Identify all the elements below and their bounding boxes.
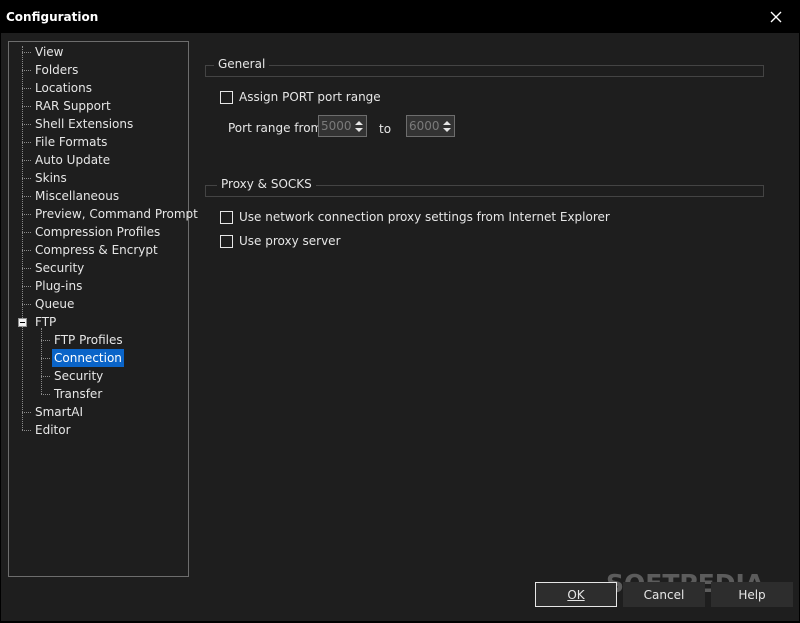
tree-item-miscellaneous[interactable]: Miscellaneous	[33, 187, 121, 205]
tree-item-file-formats[interactable]: File Formats	[33, 133, 109, 151]
tree-connector	[41, 358, 50, 359]
tree-connector	[22, 178, 31, 179]
assign-port-range-checkbox[interactable]	[220, 90, 233, 104]
assign-port-range-label: Assign PORT port range	[239, 90, 381, 104]
tree-connector	[22, 124, 31, 125]
ok-button[interactable]: OK	[535, 582, 617, 607]
tree-connector	[22, 52, 31, 53]
use-proxy-server-label: Use proxy server	[239, 234, 341, 248]
tree-item-ftp[interactable]: FTP	[33, 313, 58, 331]
tree-item-ftp-profiles[interactable]: FTP Profiles	[52, 331, 125, 349]
tree-connector	[22, 160, 31, 161]
settings-tree[interactable]: View Folders Locations RAR Support Shell…	[8, 41, 198, 577]
cancel-button[interactable]: Cancel	[623, 582, 705, 607]
spin-up-icon[interactable]	[443, 120, 451, 125]
tree-connector	[41, 328, 42, 394]
tree-connector	[22, 70, 31, 71]
proxy-heading: Proxy & SOCKS	[217, 177, 316, 191]
close-button[interactable]	[753, 1, 799, 33]
tree-item-compress-encrypt[interactable]: Compress & Encrypt	[33, 241, 160, 259]
port-to-spinner[interactable]	[406, 115, 455, 137]
use-ie-proxy-row[interactable]: Use network connection proxy settings fr…	[220, 208, 610, 226]
configuration-dialog: Configuration View Folders Locations RAR…	[1, 1, 799, 621]
to-label: to	[379, 122, 392, 136]
tree-item-ftp-security[interactable]: Security	[52, 367, 105, 385]
port-from-spinner[interactable]	[318, 115, 367, 137]
assign-port-range-row[interactable]: Assign PORT port range	[220, 88, 381, 106]
tree-connector	[22, 106, 31, 107]
tree-item-security[interactable]: Security	[33, 259, 86, 277]
port-from-arrows[interactable]	[353, 116, 365, 136]
port-from-input[interactable]	[319, 117, 353, 135]
help-button[interactable]: Help	[711, 582, 793, 607]
tree-connector	[22, 286, 31, 287]
tree-connector	[22, 196, 31, 197]
tree-connector	[22, 250, 31, 251]
tree-item-shell-extensions[interactable]: Shell Extensions	[33, 115, 135, 133]
use-proxy-server-row[interactable]: Use proxy server	[220, 232, 341, 250]
tree-item-locations[interactable]: Locations	[33, 79, 94, 97]
tree-item-plug-ins[interactable]: Plug-ins	[33, 277, 84, 295]
tree-item-skins[interactable]: Skins	[33, 169, 69, 187]
tree-item-preview-command-prompt[interactable]: Preview, Command Prompt	[33, 205, 200, 223]
general-group-line	[205, 65, 764, 77]
tree-item-auto-update[interactable]: Auto Update	[33, 151, 112, 169]
title-bar: Configuration	[1, 1, 799, 33]
window-title: Configuration	[6, 10, 99, 24]
tree-connector	[22, 304, 31, 305]
port-to-arrows[interactable]	[441, 116, 453, 136]
ok-button-label: OK	[567, 587, 585, 602]
cancel-button-label: Cancel	[643, 587, 685, 602]
use-ie-proxy-checkbox[interactable]	[220, 210, 233, 224]
use-proxy-server-checkbox[interactable]	[220, 234, 233, 248]
tree-item-transfer[interactable]: Transfer	[52, 385, 104, 403]
tree-item-queue[interactable]: Queue	[33, 295, 76, 313]
tree-connector	[22, 46, 23, 430]
collapse-icon[interactable]	[18, 318, 27, 327]
tree-connector	[22, 430, 31, 431]
tree-connector	[41, 376, 50, 377]
help-button-label: Help	[738, 587, 766, 602]
spin-down-icon[interactable]	[443, 127, 451, 132]
port-to-input[interactable]	[407, 117, 441, 135]
close-icon	[770, 11, 782, 23]
tree-item-smartai[interactable]: SmartAI	[33, 403, 85, 421]
port-range-from-label: Port range from:	[228, 121, 327, 135]
tree-connector	[41, 340, 50, 341]
tree-item-editor[interactable]: Editor	[33, 421, 73, 439]
tree-item-compression-profiles[interactable]: Compression Profiles	[33, 223, 162, 241]
tree-connector	[22, 88, 31, 89]
tree-item-connection[interactable]: Connection	[52, 349, 124, 367]
tree-connector	[22, 142, 31, 143]
tree-item-view[interactable]: View	[33, 43, 65, 61]
tree-connector	[22, 232, 31, 233]
tree-connector	[22, 412, 31, 413]
use-ie-proxy-label: Use network connection proxy settings fr…	[239, 210, 610, 224]
tree-connector	[41, 394, 50, 395]
tree-item-rar-support[interactable]: RAR Support	[33, 97, 113, 115]
tree-connector	[22, 268, 31, 269]
tree-item-folders[interactable]: Folders	[33, 61, 80, 79]
general-heading: General	[214, 57, 270, 71]
tree-connector	[22, 214, 31, 215]
spin-down-icon[interactable]	[355, 127, 363, 132]
spin-up-icon[interactable]	[355, 120, 363, 125]
